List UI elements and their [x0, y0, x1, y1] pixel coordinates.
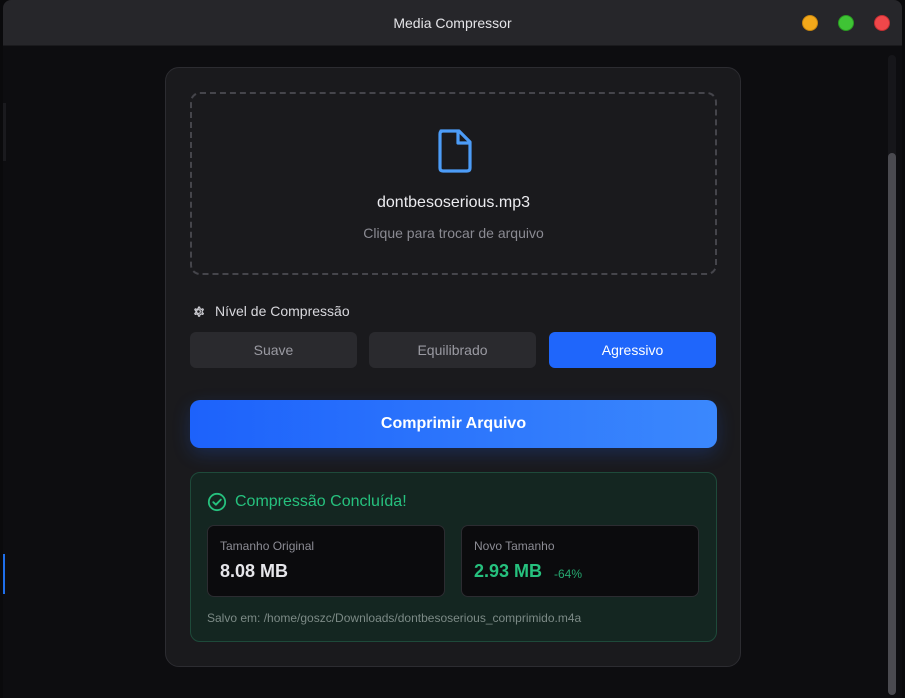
saved-path[interactable]: Salvo em: /home/goszc/Downloads/dontbeso… [207, 611, 581, 625]
option-suave-button[interactable]: Suave [190, 332, 357, 368]
compressor-card: dontbesoserious.mp3 Clique para trocar d… [165, 67, 741, 667]
background-edge [3, 103, 6, 161]
result-heading: Compressão Concluída! [207, 491, 407, 513]
reduction-percent: -64% [554, 567, 583, 581]
title-bar: Media Compressor [3, 0, 902, 46]
close-button[interactable] [874, 15, 890, 31]
compress-file-button[interactable]: Comprimir Arquivo [190, 400, 717, 448]
original-size-card: Tamanho Original 8.08 MB [207, 525, 445, 597]
new-size-value: 2.93 MB [474, 561, 543, 581]
scrollbar[interactable] [888, 55, 896, 695]
selected-filename: dontbesoserious.mp3 [377, 194, 530, 211]
change-file-hint: Clique para trocar de arquivo [363, 225, 544, 241]
option-equilibrado-button[interactable]: Equilibrado [369, 332, 536, 368]
original-size-value: 8.08 MB [220, 561, 289, 581]
option-agressivo-button[interactable]: Agressivo [549, 332, 716, 368]
gear-icon [194, 305, 204, 317]
original-size-label: Tamanho Original [220, 539, 315, 553]
minimize-button[interactable] [802, 15, 818, 31]
file-dropzone[interactable]: dontbesoserious.mp3 Clique para trocar d… [190, 92, 717, 275]
new-size-label: Novo Tamanho [474, 539, 555, 553]
compression-level-heading: Nível de Compressão [191, 302, 350, 320]
scrollbar-thumb[interactable] [888, 153, 896, 695]
background-edge-accent [3, 554, 5, 594]
maximize-button[interactable] [838, 15, 854, 31]
result-title: Compressão Concluída! [235, 493, 407, 510]
new-size-card: Novo Tamanho 2.93 MB -64% [461, 525, 699, 597]
file-icon [438, 129, 472, 173]
check-circle-icon [207, 492, 227, 512]
result-panel: Compressão Concluída! Tamanho Original 8… [190, 472, 717, 642]
compression-level-label: Nível de Compressão [215, 303, 350, 319]
window-title: Media Compressor [393, 15, 512, 31]
